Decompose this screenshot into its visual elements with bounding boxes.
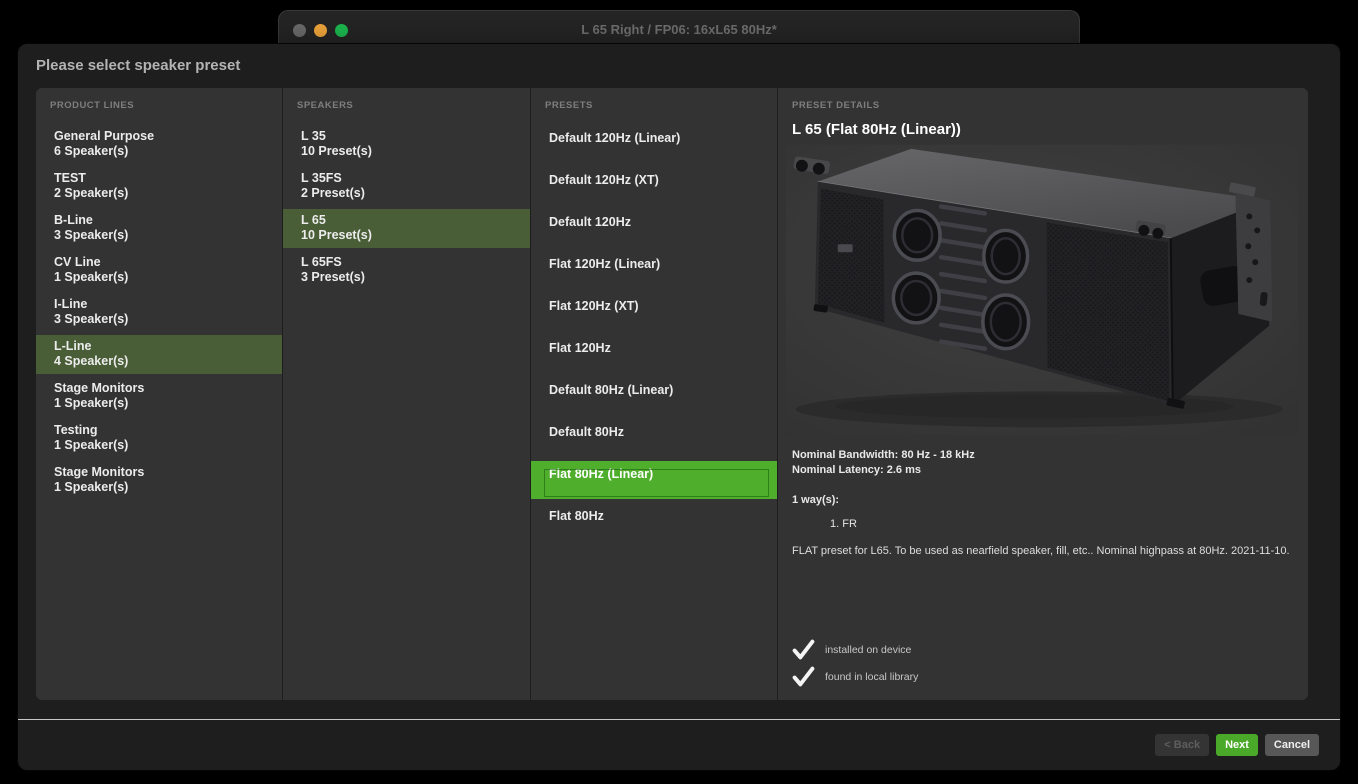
product-line-name: TEST bbox=[54, 171, 264, 186]
preset-item[interactable]: Flat 80Hz bbox=[531, 503, 777, 541]
traffic-lights bbox=[293, 24, 348, 37]
traffic-light-zoom-icon[interactable] bbox=[335, 24, 348, 37]
ways-list: 1. FR bbox=[792, 518, 1294, 530]
spec-line: Nominal Latency: 2.6 ms bbox=[792, 463, 1294, 478]
product-line-name: Stage Monitors bbox=[54, 381, 264, 396]
product-line-count: 4 Speaker(s) bbox=[54, 354, 264, 369]
speaker-name: L 35FS bbox=[301, 171, 512, 186]
product-line-name: I-Line bbox=[54, 297, 264, 312]
product-lines-column: PRODUCT LINES General Purpose 6 Speaker(… bbox=[36, 88, 283, 700]
product-line-count: 2 Speaker(s) bbox=[54, 186, 264, 201]
speaker-preset-count: 2 Preset(s) bbox=[301, 186, 512, 201]
check-icon bbox=[792, 639, 815, 660]
presets-list: Default 120Hz (Linear) Default 120Hz (XT… bbox=[531, 125, 777, 541]
product-line-name: Testing bbox=[54, 423, 264, 438]
next-button[interactable]: Next bbox=[1216, 734, 1258, 756]
preset-item[interactable]: Default 80Hz (Linear) bbox=[531, 377, 777, 415]
product-line-item[interactable]: CV Line 1 Speaker(s) bbox=[36, 251, 282, 290]
product-line-item[interactable]: B-Line 3 Speaker(s) bbox=[36, 209, 282, 248]
speakers-column: SPEAKERS L 35 10 Preset(s) L 35FS 2 Pres… bbox=[283, 88, 531, 700]
product-line-name: General Purpose bbox=[54, 129, 264, 144]
product-line-name: B-Line bbox=[54, 213, 264, 228]
product-line-item[interactable]: L-Line 4 Speaker(s) bbox=[36, 335, 282, 374]
preset-details-body: Nominal Bandwidth: 80 Hz - 18 kHz Nomina… bbox=[792, 448, 1294, 558]
product-line-name: CV Line bbox=[54, 255, 264, 270]
product-line-item[interactable]: Stage Monitors 1 Speaker(s) bbox=[36, 377, 282, 416]
status-badge: found in local library bbox=[792, 663, 918, 690]
product-line-item[interactable]: Testing 1 Speaker(s) bbox=[36, 419, 282, 458]
presets-header: PRESETS bbox=[545, 100, 763, 111]
speaker-name: L 65FS bbox=[301, 255, 512, 270]
speaker-product-image bbox=[786, 144, 1298, 436]
product-lines-list: General Purpose 6 Speaker(s) TEST 2 Spea… bbox=[36, 125, 282, 500]
traffic-light-minimize-icon[interactable] bbox=[314, 24, 327, 37]
dialog-footer: < Back Next Cancel bbox=[18, 719, 1340, 770]
preset-details-header: PRESET DETAILS bbox=[792, 100, 1294, 111]
way-line: 1. FR bbox=[830, 518, 1294, 530]
speaker-item[interactable]: L 35FS 2 Preset(s) bbox=[283, 167, 530, 206]
product-line-item[interactable]: TEST 2 Speaker(s) bbox=[36, 167, 282, 206]
product-line-count: 3 Speaker(s) bbox=[54, 312, 264, 327]
preset-description: FLAT preset for L65. To be used as nearf… bbox=[792, 544, 1292, 558]
product-line-count: 1 Speaker(s) bbox=[54, 270, 264, 285]
preset-item[interactable]: Default 120Hz (XT) bbox=[531, 167, 777, 205]
presets-column: PRESETS Default 120Hz (Linear) Default 1… bbox=[531, 88, 778, 700]
preset-item[interactable]: Flat 80Hz (Linear) bbox=[531, 461, 777, 499]
speakers-header: SPEAKERS bbox=[297, 100, 516, 111]
speaker-preset-count: 10 Preset(s) bbox=[301, 144, 512, 159]
speaker-item[interactable]: L 35 10 Preset(s) bbox=[283, 125, 530, 164]
selection-panels: PRODUCT LINES General Purpose 6 Speaker(… bbox=[36, 88, 1308, 700]
back-button[interactable]: < Back bbox=[1155, 734, 1209, 756]
preset-details-title: L 65 (Flat 80Hz (Linear)) bbox=[792, 121, 1292, 138]
speaker-preset-count: 10 Preset(s) bbox=[301, 228, 512, 243]
product-line-name: Stage Monitors bbox=[54, 465, 264, 480]
spec-line: Nominal Bandwidth: 80 Hz - 18 kHz bbox=[792, 448, 1294, 463]
speaker-item[interactable]: L 65FS 3 Preset(s) bbox=[283, 251, 530, 290]
speaker-name: L 65 bbox=[301, 213, 512, 228]
product-line-name: L-Line bbox=[54, 339, 264, 354]
status-badge-label: installed on device bbox=[825, 644, 911, 656]
product-line-count: 1 Speaker(s) bbox=[54, 438, 264, 453]
product-line-item[interactable]: I-Line 3 Speaker(s) bbox=[36, 293, 282, 332]
product-line-count: 1 Speaker(s) bbox=[54, 480, 264, 495]
product-line-count: 6 Speaker(s) bbox=[54, 144, 264, 159]
preset-item[interactable]: Default 80Hz bbox=[531, 419, 777, 457]
dialog-title: Please select speaker preset bbox=[36, 57, 1340, 74]
preset-item[interactable]: Flat 120Hz (XT) bbox=[531, 293, 777, 331]
speaker-preset-count: 3 Preset(s) bbox=[301, 270, 512, 285]
ways-label: 1 way(s): bbox=[792, 494, 1294, 506]
status-badge-label: found in local library bbox=[825, 671, 918, 683]
check-icon bbox=[792, 666, 815, 687]
preset-details-column: PRESET DETAILS L 65 (Flat 80Hz (Linear)) bbox=[778, 88, 1308, 700]
traffic-light-close-icon[interactable] bbox=[293, 24, 306, 37]
product-line-item[interactable]: General Purpose 6 Speaker(s) bbox=[36, 125, 282, 164]
preset-item[interactable]: Default 120Hz (Linear) bbox=[531, 125, 777, 163]
spec-list: Nominal Bandwidth: 80 Hz - 18 kHz Nomina… bbox=[792, 448, 1294, 478]
status-badge: installed on device bbox=[792, 636, 918, 663]
cancel-button[interactable]: Cancel bbox=[1265, 734, 1319, 756]
product-line-item[interactable]: Stage Monitors 1 Speaker(s) bbox=[36, 461, 282, 500]
speakers-list: L 35 10 Preset(s) L 35FS 2 Preset(s) L 6… bbox=[283, 125, 530, 290]
speaker-item[interactable]: L 65 10 Preset(s) bbox=[283, 209, 530, 248]
product-lines-header: PRODUCT LINES bbox=[50, 100, 268, 111]
preset-item[interactable]: Flat 120Hz bbox=[531, 335, 777, 373]
speaker-name: L 35 bbox=[301, 129, 512, 144]
preset-item[interactable]: Flat 120Hz (Linear) bbox=[531, 251, 777, 289]
preset-item[interactable]: Default 120Hz bbox=[531, 209, 777, 247]
product-line-count: 3 Speaker(s) bbox=[54, 228, 264, 243]
speaker-preset-dialog: Please select speaker preset PRODUCT LIN… bbox=[18, 44, 1340, 770]
status-badges: installed on device found in local libra… bbox=[792, 636, 918, 690]
desktop: L 65 Right / FP06: 16xL65 80Hz* Please s… bbox=[0, 0, 1358, 784]
product-line-count: 1 Speaker(s) bbox=[54, 396, 264, 411]
